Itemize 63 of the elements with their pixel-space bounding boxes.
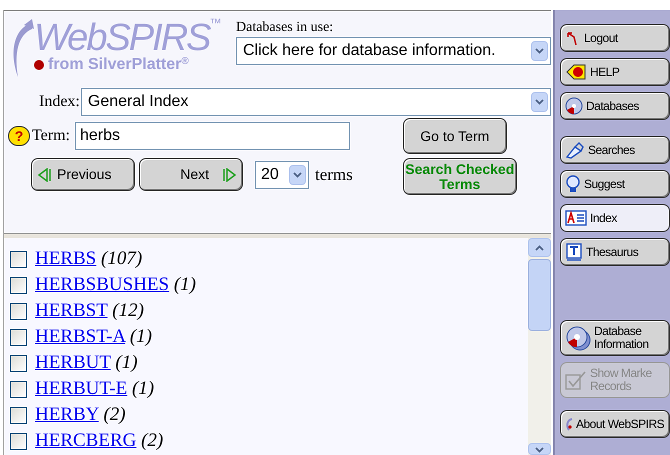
term-link[interactable]: HERBST-A [35,326,126,347]
term-count: (1) [115,352,138,373]
term-checkbox[interactable] [10,354,27,372]
term-link[interactable]: HERBUT-E [35,378,128,399]
index-dropdown[interactable]: General Index [80,88,551,116]
term-checkbox[interactable] [10,250,27,268]
scroll-down-button[interactable] [528,443,551,455]
databases-label: Databases in use: [236,19,334,37]
terms-label: terms [315,164,353,186]
page-size-dropdown[interactable]: 20 [255,160,309,188]
help-icon[interactable]: ? [8,126,30,146]
term-link[interactable]: HERBUT [35,352,111,373]
sidebar-button[interactable]: Logout [560,24,670,52]
term-count: (107) [101,248,142,269]
term-checkbox[interactable] [10,432,27,450]
databases-dropdown[interactable]: Click here for database information. [236,37,551,65]
term-count: (1) [132,378,154,399]
previous-arrow-icon [37,168,53,182]
term-checkbox[interactable] [10,302,27,320]
term-checkbox[interactable] [10,380,27,398]
term-link[interactable]: HERBY [35,404,99,425]
logo-icon [565,417,573,431]
term-link[interactable]: HERBS [35,248,96,269]
sidebar-button[interactable]: Suggest [560,170,670,198]
previous-button[interactable]: Previous [31,158,135,191]
sidebar-button[interactable]: Thesaurus [560,238,670,266]
discs-icon [565,325,591,351]
next-arrow-icon [221,168,237,182]
lightbulb-icon [565,175,581,193]
scroll-down-icon [535,447,544,453]
checkbox-icon [565,370,587,390]
term-count: (2) [141,430,164,451]
term-link[interactable]: HERBSBUSHES [35,274,170,295]
sidebar-button[interactable]: Databases [560,92,670,120]
term-checkbox[interactable] [10,328,27,346]
next-button[interactable]: Next [139,158,243,191]
term-input[interactable]: herbs [74,122,350,150]
term-count: (12) [112,300,144,321]
term-count: (2) [103,404,126,425]
term-link[interactable]: HERCBERG [35,430,136,451]
dot-icon [34,60,44,70]
index-label: Index: [39,92,80,112]
book-icon [565,243,583,261]
term-count: (1) [174,274,196,295]
sidebar-button[interactable]: Index [560,204,670,232]
term-label: Term: [32,126,70,146]
disc-icon [565,97,583,115]
scroll-up-icon [535,244,544,250]
sidebar-button[interactable]: About WebSPIRS [560,410,670,438]
logo-subtitle: from SilverPlatter$^{®}$ [48,57,189,73]
term-checkbox[interactable] [10,276,27,294]
sidebar-button[interactable]: Database Information [560,320,670,356]
index-icon [565,210,587,226]
sidebar-button[interactable]: Searches [560,136,670,164]
term-link[interactable]: HERBST [35,300,108,321]
term-checkbox[interactable] [10,406,27,424]
scroll-up-button[interactable] [528,238,551,257]
go-to-term-button[interactable]: Go to Term [402,118,507,154]
scrollbar[interactable] [528,238,551,455]
term-count: (1) [130,326,152,347]
logo-title: WebSPIRS$^{™}$ [34,19,220,57]
sidebar-button[interactable]: HELP [560,58,670,86]
scrollbar-thumb[interactable] [528,259,551,331]
